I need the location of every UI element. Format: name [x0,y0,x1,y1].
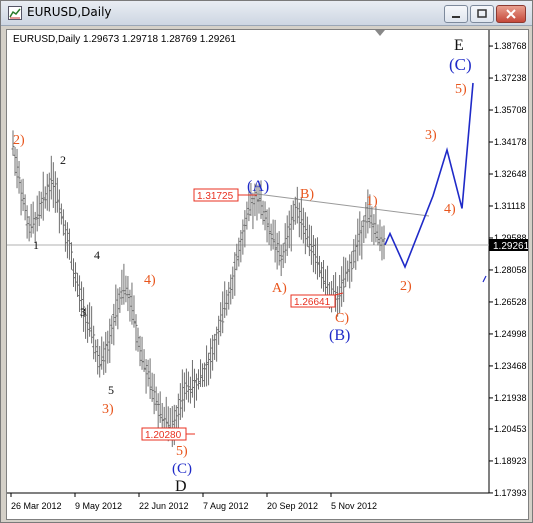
wave-label-2-right: 2) [400,279,412,294]
price-tick-label: 1.17393 [494,488,527,498]
wave-label-1-right: 1) [366,194,378,209]
candles-layer [11,130,386,448]
wave-label-A: A) [272,281,287,296]
price-tick-label: 1.24998 [494,329,527,339]
price-tick-label: 1.32648 [494,169,527,179]
time-tick-label: 26 Mar 2012 [11,501,62,511]
wave-label-E: E [454,37,464,54]
window-title: EURUSD,Daily [27,5,112,19]
price-tick-label: 1.28058 [494,265,527,275]
wave-label-3-mid: 3) [102,402,114,417]
time-tick-label: 20 Sep 2012 [267,501,318,511]
wave-projection-line [384,82,474,270]
chart-shift-marker-icon [375,30,385,36]
wave-label-k4: 4 [94,248,100,262]
price-box-mid: 1.26641 [290,292,344,308]
close-icon [506,9,516,19]
arrow-right-edge-icon [482,275,487,283]
time-tick-label: 22 Jun 2012 [139,501,189,511]
wave-label-5-low: 5) [176,444,188,459]
price-tick-label: 1.21938 [494,393,527,403]
price-tick-label: 1.31118 [494,201,525,211]
wave-label-k5: 5 [108,383,114,397]
chart-window: EURUSD,Daily EURUSD,Daily 1.29673 1.2971… [0,0,533,523]
wave-label-k2: 2 [60,153,66,167]
price-axis: 1.38768 1.37238 1.35708 1.34178 1.32648 1.311… [489,41,527,498]
wave-label-4-right: 4) [444,202,456,217]
minimize-button[interactable] [444,5,468,23]
time-tick-label: 9 May 2012 [75,501,122,511]
price-tick-label: 1.26528 [494,297,527,307]
trendline [256,193,430,217]
svg-text:1.20280: 1.20280 [145,430,182,441]
svg-text:1.31725: 1.31725 [197,191,234,202]
price-tick-label: 1.23468 [494,361,527,371]
close-button[interactable] [496,5,526,23]
wave-label-k3: 3 [80,305,86,319]
restore-button[interactable] [470,5,494,23]
title-bar[interactable]: EURUSD,Daily [1,1,532,26]
time-axis: 26 Mar 2012 9 May 2012 22 Jun 2012 7 Aug 20… [10,493,377,511]
wave-label-A-blue: (A) [247,178,269,195]
price-box-low: 1.20280 [141,427,195,441]
chart-canvas: EURUSD,Daily 1.29673 1.29718 1.28769 1.2… [7,30,528,511]
wave-label-4-mid: 4) [144,273,156,288]
restore-icon [477,9,487,18]
chart-info: EURUSD,Daily 1.29673 1.29718 1.28769 1.2… [13,34,236,45]
wave-label-5-right: 5) [455,82,467,97]
current-price-label: 1.29261 [493,241,528,252]
time-tick-label: 5 Nov 2012 [331,501,377,511]
chart-app-icon [8,6,22,20]
wave-label-2-left: 2) [13,133,25,148]
price-chart[interactable]: EURUSD,Daily 1.29673 1.29718 1.28769 1.2… [6,29,529,520]
price-tick-label: 1.34178 [494,137,527,147]
wave-label-B-blue: (B) [329,327,350,344]
wave-label-C-blue-low: (C) [172,461,192,477]
time-tick-label: 7 Aug 2012 [203,501,249,511]
wave-label-k1: 1 [33,238,39,252]
wave-label-D: D [175,478,187,495]
wave-label-C-blue-high: (C) [449,55,472,74]
wave-label-C: C) [335,311,349,326]
minimize-icon [452,16,460,18]
price-tick-label: 1.37238 [494,73,527,83]
wave-label-3-right: 3) [425,128,437,143]
svg-text:1.26641: 1.26641 [294,297,331,308]
wave-label-B: B) [300,187,314,202]
price-tick-label: 1.18923 [494,456,527,466]
price-tick-label: 1.20453 [494,424,527,434]
price-tick-label: 1.35708 [494,105,527,115]
price-tick-label: 1.38768 [494,41,527,51]
